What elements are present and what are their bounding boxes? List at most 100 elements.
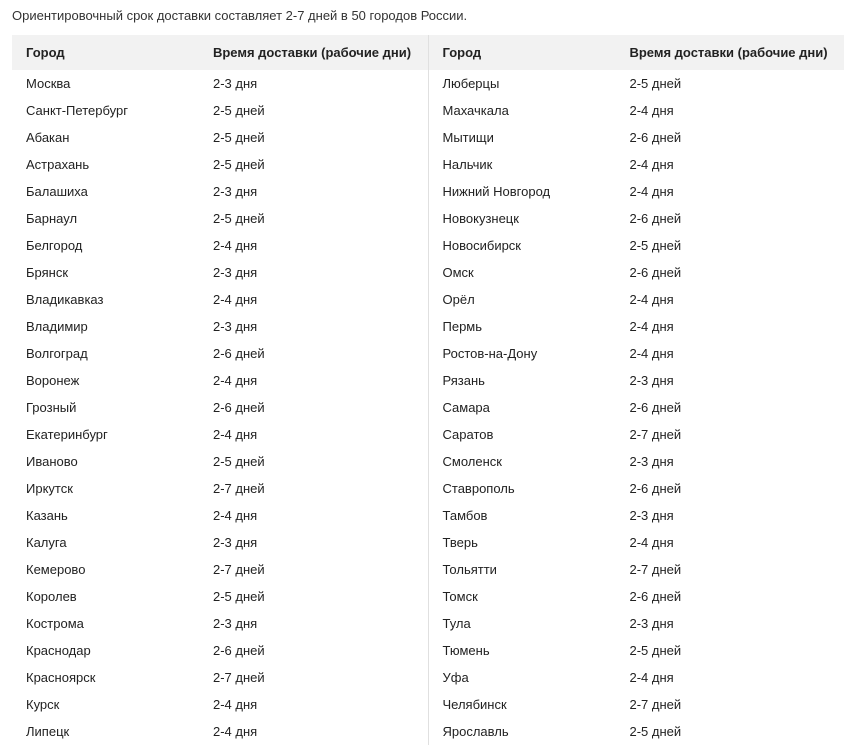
cell-city: Томск: [429, 583, 616, 610]
cell-time: 2-4 дня: [199, 232, 428, 259]
table-row: Пермь2-4 дня: [429, 313, 845, 340]
table-row: Барнаул2-5 дней: [12, 205, 428, 232]
table-row: Самара2-6 дней: [429, 394, 845, 421]
cell-city: Екатеринбург: [12, 421, 199, 448]
table-row: Омск2-6 дней: [429, 259, 845, 286]
cell-city: Белгород: [12, 232, 199, 259]
cell-time: 2-4 дня: [199, 502, 428, 529]
cell-city: Тула: [429, 610, 616, 637]
cell-city: Королев: [12, 583, 199, 610]
cell-time: 2-7 дней: [199, 664, 428, 691]
cell-city: Орёл: [429, 286, 616, 313]
table-row: Люберцы2-5 дней: [429, 70, 845, 97]
cell-time: 2-3 дня: [615, 502, 844, 529]
cell-time: 2-3 дня: [199, 70, 428, 97]
cell-city: Ставрополь: [429, 475, 616, 502]
cell-city: Тамбов: [429, 502, 616, 529]
cell-time: 2-4 дня: [615, 664, 844, 691]
table-row: Воронеж2-4 дня: [12, 367, 428, 394]
cell-city: Краснодар: [12, 637, 199, 664]
table-row: Уфа2-4 дня: [429, 664, 845, 691]
cell-time: 2-4 дня: [615, 97, 844, 124]
cell-time: 2-4 дня: [615, 340, 844, 367]
table-row: Челябинск2-7 дней: [429, 691, 845, 718]
table-row: Иркутск2-7 дней: [12, 475, 428, 502]
cell-city: Тольятти: [429, 556, 616, 583]
table-row: Орёл2-4 дня: [429, 286, 845, 313]
table-row: Новосибирск2-5 дней: [429, 232, 845, 259]
table-row: Грозный2-6 дней: [12, 394, 428, 421]
table-row: Саратов2-7 дней: [429, 421, 845, 448]
cell-time: 2-7 дней: [615, 691, 844, 718]
table-row: Ярославль2-5 дней: [429, 718, 845, 745]
cell-time: 2-6 дней: [615, 124, 844, 151]
cell-time: 2-6 дней: [615, 583, 844, 610]
cell-time: 2-3 дня: [199, 529, 428, 556]
cell-time: 2-7 дней: [199, 556, 428, 583]
cell-time: 2-3 дня: [615, 367, 844, 394]
cell-time: 2-5 дней: [615, 70, 844, 97]
delivery-table-right: Город Время доставки (рабочие дни) Любер…: [429, 35, 845, 745]
cell-city: Челябинск: [429, 691, 616, 718]
cell-time: 2-3 дня: [199, 178, 428, 205]
cell-city: Владимир: [12, 313, 199, 340]
cell-city: Иваново: [12, 448, 199, 475]
cell-city: Саратов: [429, 421, 616, 448]
table-row: Липецк2-4 дня: [12, 718, 428, 745]
cell-city: Омск: [429, 259, 616, 286]
cell-city: Казань: [12, 502, 199, 529]
table-row: Тольятти2-7 дней: [429, 556, 845, 583]
cell-time: 2-3 дня: [199, 610, 428, 637]
table-row: Махачкала2-4 дня: [429, 97, 845, 124]
cell-time: 2-5 дней: [199, 205, 428, 232]
cell-time: 2-4 дня: [199, 691, 428, 718]
table-row: Астрахань2-5 дней: [12, 151, 428, 178]
cell-time: 2-3 дня: [615, 610, 844, 637]
table-row: Владикавказ2-4 дня: [12, 286, 428, 313]
cell-time: 2-7 дней: [199, 475, 428, 502]
cell-city: Барнаул: [12, 205, 199, 232]
cell-city: Брянск: [12, 259, 199, 286]
cell-city: Москва: [12, 70, 199, 97]
table-row: Рязань2-3 дня: [429, 367, 845, 394]
cell-time: 2-3 дня: [615, 448, 844, 475]
cell-city: Мытищи: [429, 124, 616, 151]
cell-time: 2-4 дня: [615, 313, 844, 340]
cell-city: Люберцы: [429, 70, 616, 97]
table-row: Калуга2-3 дня: [12, 529, 428, 556]
cell-time: 2-4 дня: [199, 367, 428, 394]
cell-time: 2-6 дней: [615, 205, 844, 232]
table-row: Балашиха2-3 дня: [12, 178, 428, 205]
table-row: Нальчик2-4 дня: [429, 151, 845, 178]
cell-city: Красноярск: [12, 664, 199, 691]
header-time: Время доставки (рабочие дни): [199, 35, 428, 70]
cell-city: Новокузнецк: [429, 205, 616, 232]
cell-time: 2-6 дней: [199, 340, 428, 367]
cell-time: 2-3 дня: [199, 313, 428, 340]
cell-time: 2-5 дней: [615, 718, 844, 745]
table-row: Тула2-3 дня: [429, 610, 845, 637]
table-row: Красноярск2-7 дней: [12, 664, 428, 691]
table-row: Казань2-4 дня: [12, 502, 428, 529]
cell-city: Курск: [12, 691, 199, 718]
cell-time: 2-3 дня: [199, 259, 428, 286]
cell-city: Смоленск: [429, 448, 616, 475]
cell-city: Ярославль: [429, 718, 616, 745]
table-row: Абакан2-5 дней: [12, 124, 428, 151]
table-right: Город Время доставки (рабочие дни) Любер…: [429, 35, 845, 745]
delivery-table-left: Город Время доставки (рабочие дни) Москв…: [12, 35, 428, 745]
cell-time: 2-6 дней: [199, 637, 428, 664]
cell-city: Владикавказ: [12, 286, 199, 313]
cell-time: 2-5 дней: [615, 232, 844, 259]
cell-city: Санкт-Петербург: [12, 97, 199, 124]
table-row: Санкт-Петербург2-5 дней: [12, 97, 428, 124]
cell-city: Балашиха: [12, 178, 199, 205]
cell-time: 2-5 дней: [199, 151, 428, 178]
cell-city: Воронеж: [12, 367, 199, 394]
table-header-row: Город Время доставки (рабочие дни): [12, 35, 428, 70]
cell-city: Нижний Новгород: [429, 178, 616, 205]
table-row: Тверь2-4 дня: [429, 529, 845, 556]
header-time: Время доставки (рабочие дни): [615, 35, 844, 70]
table-row: Новокузнецк2-6 дней: [429, 205, 845, 232]
table-row: Томск2-6 дней: [429, 583, 845, 610]
